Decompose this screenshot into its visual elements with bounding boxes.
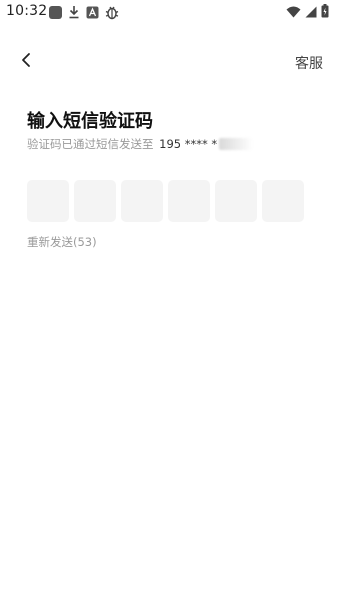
sms-sent-message: 验证码已通过短信发送至 195 **** * [27, 136, 254, 152]
status-time: 10:32 [6, 3, 48, 19]
battery-charging-icon [321, 3, 329, 22]
code-digit-box-3[interactable] [121, 180, 163, 222]
status-bar: 10:32 [0, 0, 337, 24]
download-icon [68, 5, 80, 19]
customer-service-button[interactable]: 客服 [295, 53, 323, 73]
resend-countdown: 重新发送(53) [27, 235, 97, 249]
a-box-icon [86, 6, 99, 19]
bug-icon [105, 5, 119, 20]
verification-code-input[interactable] [27, 180, 304, 222]
wifi-icon [286, 3, 301, 22]
masked-phone-number: 195 **** * [159, 137, 218, 151]
status-left-icons [49, 4, 119, 20]
code-digit-box-6[interactable] [262, 180, 304, 222]
page-title: 输入短信验证码 [27, 111, 153, 132]
code-digit-box-1[interactable] [27, 180, 69, 222]
signal-icon [305, 3, 317, 22]
code-digit-box-5[interactable] [215, 180, 257, 222]
code-digit-box-2[interactable] [74, 180, 116, 222]
subtitle-prefix: 验证码已通过短信发送至 [27, 137, 154, 151]
status-right-icons [286, 3, 329, 22]
phone-blur-mask [219, 138, 254, 150]
chevron-left-icon [20, 52, 32, 72]
code-digit-box-4[interactable] [168, 180, 210, 222]
notification-square-icon [49, 5, 62, 19]
back-button[interactable] [14, 50, 38, 74]
